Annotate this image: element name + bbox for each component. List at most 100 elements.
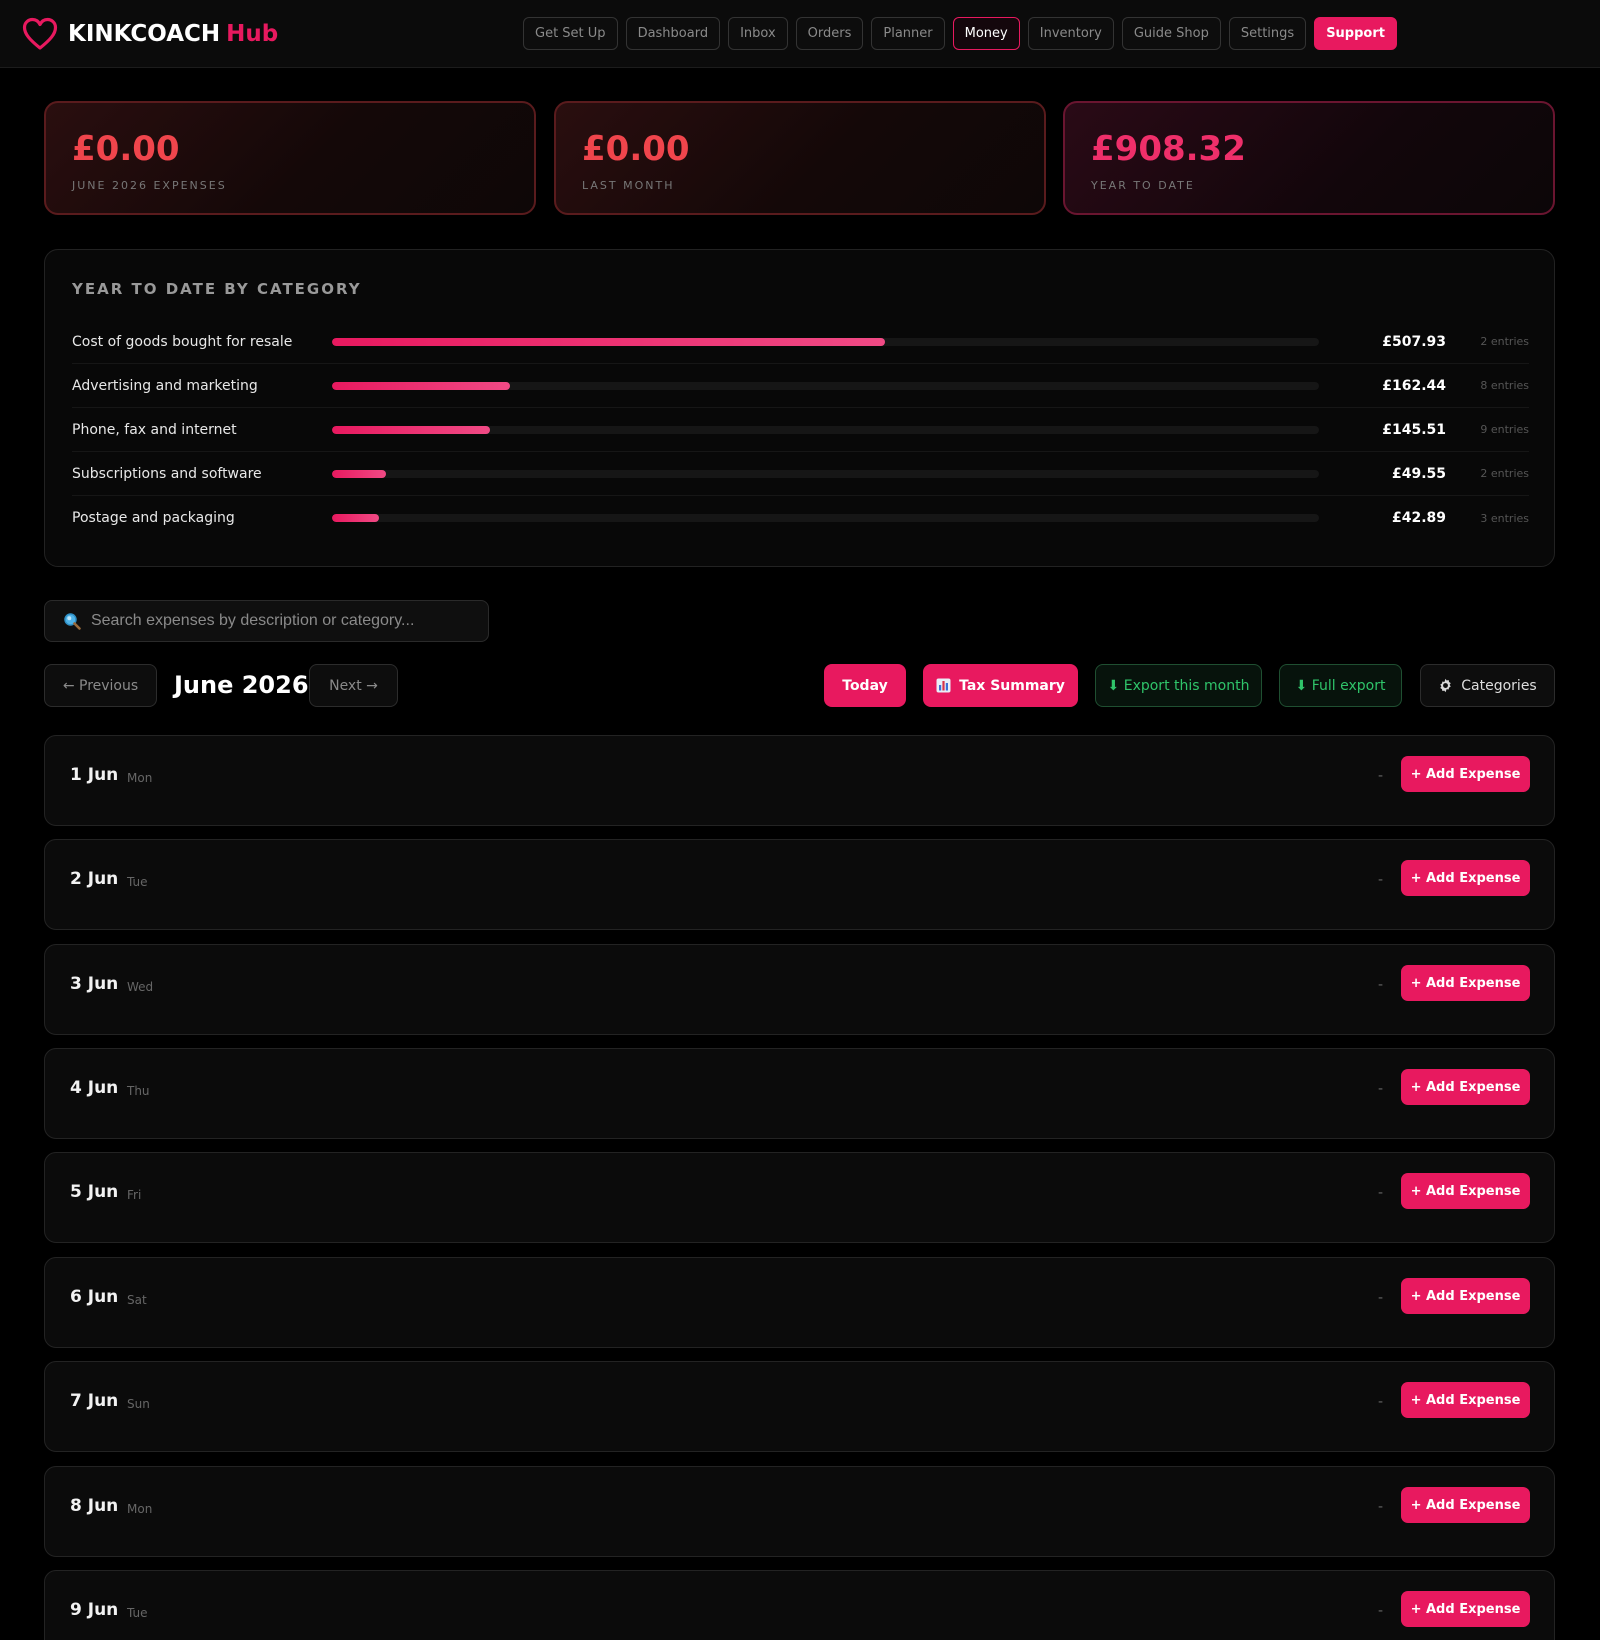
category-name: Phone, fax and internet [72, 421, 237, 438]
add-expense-button[interactable]: + Add Expense [1401, 756, 1530, 792]
day-row: 2 Jun Tue - + Add Expense [44, 839, 1555, 930]
year-to-date-value: £908.32 [1091, 129, 1246, 169]
categories-label: Categories [1461, 677, 1537, 694]
add-expense-button[interactable]: + Add Expense [1401, 1487, 1530, 1523]
heart-icon [22, 17, 58, 50]
nav-dashboard[interactable]: Dashboard [625, 17, 721, 50]
category-name: Advertising and marketing [72, 377, 258, 394]
day-weekday: Sun [127, 1397, 150, 1411]
brand-name: KINKCOACH Hub [68, 21, 279, 47]
day-date: 5 Jun [70, 1182, 119, 1202]
day-row: 1 Jun Mon - + Add Expense [44, 735, 1555, 826]
day-row: 7 Jun Sun - + Add Expense [44, 1361, 1555, 1452]
today-button[interactable]: Today [824, 664, 906, 707]
year-to-date-card: £908.32 YEAR TO DATE [1063, 101, 1555, 215]
nav-settings[interactable]: Settings [1228, 17, 1307, 50]
nav-support-button[interactable]: Support [1314, 17, 1397, 50]
category-name: Subscriptions and software [72, 465, 262, 482]
day-weekday: Mon [127, 771, 153, 785]
nav-planner[interactable]: Planner [871, 17, 945, 50]
bar-chart-icon [936, 678, 951, 693]
day-date: 9 Jun [70, 1600, 119, 1620]
category-amount: £162.44 [1382, 377, 1446, 394]
main-nav: Get Set Up Dashboard Inbox Orders Planne… [523, 17, 1397, 50]
day-total: - [1378, 1603, 1384, 1619]
last-month-card: £0.00 LAST MONTH [554, 101, 1046, 215]
previous-month-button[interactable]: ← Previous [44, 664, 157, 707]
add-expense-button[interactable]: + Add Expense [1401, 1278, 1530, 1314]
day-date: 3 Jun [70, 974, 119, 994]
day-row: 8 Jun Mon - + Add Expense [44, 1466, 1555, 1557]
top-bar: KINKCOACH Hub Get Set Up Dashboard Inbox … [0, 0, 1600, 68]
category-bar-track [332, 469, 1319, 478]
export-month-button[interactable]: ⬇ Export this month [1095, 664, 1262, 707]
category-entries: 2 entries [1480, 467, 1529, 480]
day-row: 5 Jun Fri - + Add Expense [44, 1152, 1555, 1243]
day-date: 7 Jun [70, 1391, 119, 1411]
category-entries: 8 entries [1480, 379, 1529, 392]
next-month-button[interactable]: Next → [309, 664, 398, 707]
category-bar-track [332, 337, 1319, 346]
day-total: - [1378, 1081, 1384, 1097]
add-expense-button[interactable]: + Add Expense [1401, 1382, 1530, 1418]
category-amount: £145.51 [1382, 421, 1446, 438]
expense-search[interactable] [44, 600, 489, 642]
category-bar-track [332, 514, 1319, 522]
category-entries: 9 entries [1480, 423, 1529, 436]
day-total: - [1378, 977, 1384, 993]
full-export-button[interactable]: ⬇ Full export [1279, 664, 1402, 707]
day-row: 6 Jun Sat - + Add Expense [44, 1257, 1555, 1348]
category-entries: 3 entries [1480, 511, 1529, 525]
brand-logo[interactable]: KINKCOACH Hub [22, 16, 278, 52]
day-row: 9 Jun Tue - + Add Expense [44, 1570, 1555, 1640]
nav-money[interactable]: Money [952, 17, 1020, 50]
category-row: Phone, fax and internet £145.51 9 entrie… [72, 408, 1529, 452]
month-expenses-value: £0.00 [72, 129, 180, 169]
tax-summary-button[interactable]: Tax Summary [923, 664, 1078, 707]
day-date: 1 Jun [70, 765, 119, 785]
nav-guide-shop[interactable]: Guide Shop [1121, 17, 1221, 50]
category-amount: £42.89 [1391, 510, 1446, 526]
day-weekday: Tue [127, 1606, 148, 1620]
categories-button[interactable]: Categories [1420, 664, 1555, 707]
add-expense-button[interactable]: + Add Expense [1401, 1173, 1530, 1209]
category-amount: £49.55 [1391, 465, 1446, 482]
day-date: 8 Jun [70, 1496, 119, 1516]
category-row: Cost of goods bought for resale £507.93 … [72, 320, 1529, 364]
day-weekday: Sat [127, 1293, 147, 1307]
last-month-value: £0.00 [582, 129, 690, 169]
nav-inventory[interactable]: Inventory [1027, 17, 1114, 50]
day-row: 4 Jun Thu - + Add Expense [44, 1048, 1555, 1139]
day-total: - [1378, 1185, 1384, 1201]
year-to-date-label: YEAR TO DATE [1091, 179, 1195, 192]
category-panel-title: YEAR TO DATE BY CATEGORY [72, 280, 362, 298]
day-weekday: Thu [127, 1084, 150, 1098]
category-bar-fill [332, 514, 380, 522]
nav-orders[interactable]: Orders [795, 17, 864, 50]
search-input[interactable] [90, 612, 470, 630]
category-row: Postage and packaging £42.89 3 entries [72, 496, 1529, 540]
category-name: Postage and packaging [72, 510, 235, 526]
category-bar-track [332, 381, 1319, 390]
day-total: - [1378, 1499, 1384, 1515]
add-expense-button[interactable]: + Add Expense [1401, 1591, 1530, 1627]
nav-get-set-up[interactable]: Get Set Up [523, 17, 618, 50]
category-breakdown-panel: YEAR TO DATE BY CATEGORY Cost of goods b… [44, 249, 1555, 567]
day-date: 4 Jun [70, 1078, 119, 1098]
search-icon [64, 613, 81, 630]
nav-inbox[interactable]: Inbox [728, 17, 788, 50]
day-total: - [1378, 872, 1384, 888]
category-name: Cost of goods bought for resale [72, 333, 293, 350]
add-expense-button[interactable]: + Add Expense [1401, 965, 1530, 1001]
day-weekday: Wed [127, 980, 154, 994]
category-amount: £507.93 [1382, 333, 1446, 350]
category-bar-fill [332, 381, 510, 390]
current-month-title: June 2026 [174, 671, 309, 699]
add-expense-button[interactable]: + Add Expense [1401, 1069, 1530, 1105]
add-expense-button[interactable]: + Add Expense [1401, 860, 1530, 896]
month-expenses-label: JUNE 2026 EXPENSES [72, 179, 227, 192]
category-bar-track [332, 425, 1319, 434]
category-bar-fill [332, 469, 387, 478]
day-weekday: Fri [127, 1188, 142, 1202]
day-weekday: Mon [127, 1502, 153, 1516]
